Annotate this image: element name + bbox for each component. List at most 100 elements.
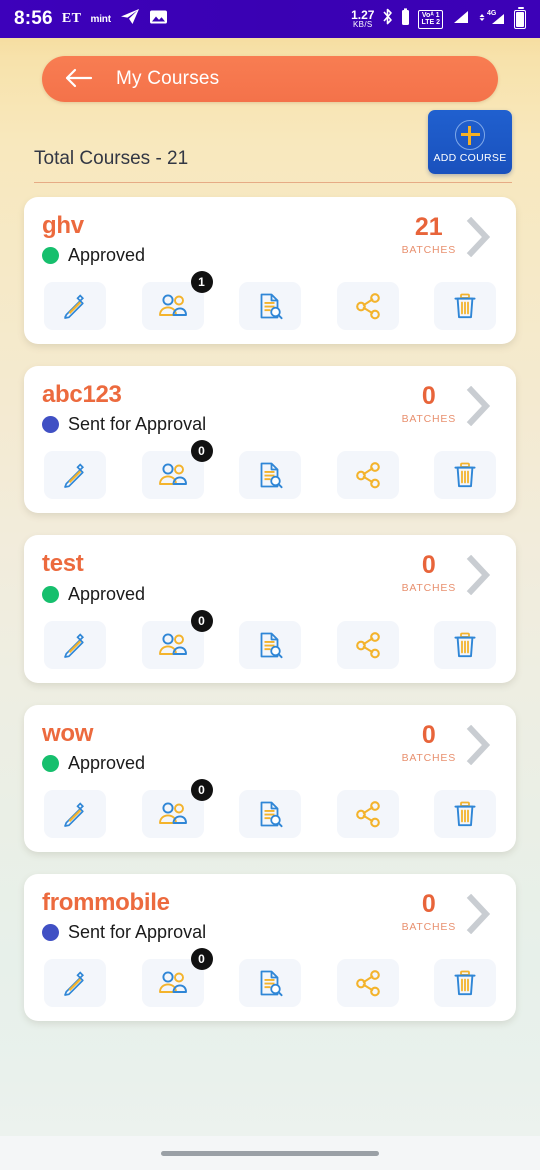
course-actions: 0	[42, 609, 498, 669]
edit-pencil-icon[interactable]	[44, 620, 106, 669]
batch-label: BATCHES	[401, 413, 456, 426]
delete-trash-icon[interactable]	[434, 282, 496, 331]
batch-label: BATCHES	[401, 244, 456, 256]
sim-battery-icon	[401, 7, 410, 31]
edit-pencil-icon[interactable]	[44, 451, 106, 500]
course-card[interactable]: wow Approved 0 BATCHES 0	[24, 704, 516, 852]
back-arrow-icon[interactable]	[64, 67, 94, 91]
status-bar-left: 8:56 ET mint	[14, 8, 168, 30]
chevron-right-icon[interactable]	[460, 215, 498, 259]
batch-count: 0	[421, 889, 436, 918]
course-card-batches[interactable]: 21 BATCHES	[402, 213, 498, 259]
share-icon[interactable]	[336, 958, 399, 1007]
course-card-header: frommobile Sent for Approval 0 BATCHES	[42, 890, 498, 943]
volte-line-1: Voᴬ 1	[421, 11, 440, 19]
course-name: test	[42, 550, 84, 578]
students-people-icon[interactable]: 0	[141, 778, 213, 838]
bluetooth-icon	[382, 7, 393, 31]
add-course-button[interactable]: ADD COURSE	[428, 110, 512, 174]
course-status: Approved	[42, 753, 402, 774]
photos-icon	[149, 9, 168, 30]
status-label: Sent for Approval	[68, 414, 207, 435]
total-courses-label: Total Courses - 21	[34, 148, 189, 169]
edit-pencil-icon[interactable]	[44, 282, 106, 331]
batch-block: 21 BATCHES	[401, 213, 460, 257]
course-card-batches[interactable]: 0 BATCHES	[402, 890, 498, 936]
home-gesture-bar[interactable]	[161, 1150, 379, 1156]
status-bar-app-label: mint	[90, 13, 112, 25]
delete-trash-icon[interactable]	[434, 620, 496, 669]
course-actions: 0	[42, 947, 498, 1007]
batch-label: BATCHES	[401, 582, 456, 595]
svg-text:4G: 4G	[487, 10, 497, 17]
telegram-icon	[120, 8, 140, 30]
edit-pencil-icon[interactable]	[44, 789, 106, 838]
document-search-icon[interactable]	[239, 958, 301, 1007]
add-course-label: ADD COURSE	[433, 152, 507, 164]
course-actions: 1	[42, 271, 498, 331]
chevron-right-icon[interactable]	[460, 892, 498, 936]
signal-bars-icon-2: 4G	[478, 8, 506, 30]
course-card-header: test Approved 0 BATCHES	[42, 551, 498, 604]
signal-bars-icon-1	[451, 9, 470, 30]
students-people-icon[interactable]: 0	[141, 609, 213, 669]
batch-block: 0 BATCHES	[402, 720, 460, 764]
course-actions: 0	[42, 440, 498, 500]
students-count-badge: 0	[190, 440, 213, 463]
students-count-badge: 0	[190, 609, 213, 632]
delete-trash-icon[interactable]	[434, 958, 496, 1007]
course-card[interactable]: test Approved 0 BATCHES 0	[24, 535, 516, 683]
course-name: wow	[42, 719, 94, 747]
course-card-info: ghv Approved	[42, 213, 402, 266]
page-title: My Courses	[116, 68, 220, 89]
course-name: frommobile	[42, 888, 170, 916]
course-card[interactable]: ghv Approved 21 BATCHES 1	[24, 197, 516, 345]
batch-label: BATCHES	[401, 920, 456, 933]
document-search-icon[interactable]	[239, 282, 301, 331]
course-card-batches[interactable]: 0 BATCHES	[402, 382, 498, 428]
students-people-icon[interactable]: 1	[141, 271, 213, 331]
share-icon[interactable]	[336, 620, 399, 669]
batch-count: 21	[414, 213, 443, 241]
share-icon[interactable]	[336, 789, 399, 838]
course-name: abc123	[42, 381, 122, 409]
course-status: Sent for Approval	[42, 922, 402, 943]
course-card-batches[interactable]: 0 BATCHES	[402, 551, 498, 597]
batch-count: 0	[421, 382, 436, 411]
plus-icon	[455, 120, 485, 150]
battery-icon	[514, 6, 526, 29]
course-card-header: ghv Approved 21 BATCHES	[42, 213, 498, 266]
chevron-right-icon[interactable]	[460, 384, 498, 428]
appbar: My Courses	[42, 56, 498, 102]
status-label: Approved	[68, 245, 146, 266]
course-card-batches[interactable]: 0 BATCHES	[402, 721, 498, 767]
course-card-info: wow Approved	[42, 719, 402, 774]
course-card[interactable]: abc123 Sent for Approval 0 BATCHES 0	[24, 366, 516, 514]
course-card-info: frommobile Sent for Approval	[42, 890, 402, 943]
status-label: Approved	[68, 752, 146, 773]
status-dot	[42, 754, 59, 772]
document-search-icon[interactable]	[239, 620, 301, 669]
students-people-icon[interactable]: 0	[141, 440, 213, 500]
status-bar-right: 1.27 KB/S Voᴬ 1 LTE 2 4G	[351, 6, 526, 31]
volte-icon: Voᴬ 1 LTE 2	[418, 9, 443, 29]
share-icon[interactable]	[336, 282, 399, 331]
document-search-icon[interactable]	[239, 451, 301, 500]
edit-pencil-icon[interactable]	[44, 958, 106, 1007]
students-people-icon[interactable]: 0	[141, 947, 213, 1007]
delete-trash-icon[interactable]	[434, 789, 496, 838]
navigation-gesture-area	[0, 1136, 540, 1170]
delete-trash-icon[interactable]	[434, 451, 496, 500]
network-speed-indicator: 1.27 KB/S	[351, 9, 374, 29]
batch-count: 0	[421, 720, 436, 749]
chevron-right-icon[interactable]	[460, 723, 498, 767]
course-status: Sent for Approval	[42, 414, 402, 435]
share-icon[interactable]	[336, 451, 399, 500]
course-status: Approved	[42, 245, 402, 266]
status-label: Sent for Approval	[68, 921, 207, 942]
course-card-info: test Approved	[42, 551, 402, 604]
document-search-icon[interactable]	[239, 789, 301, 838]
course-card[interactable]: frommobile Sent for Approval 0 BATCHES 0	[24, 873, 516, 1021]
course-card-info: abc123 Sent for Approval	[42, 382, 402, 435]
chevron-right-icon[interactable]	[460, 553, 498, 597]
